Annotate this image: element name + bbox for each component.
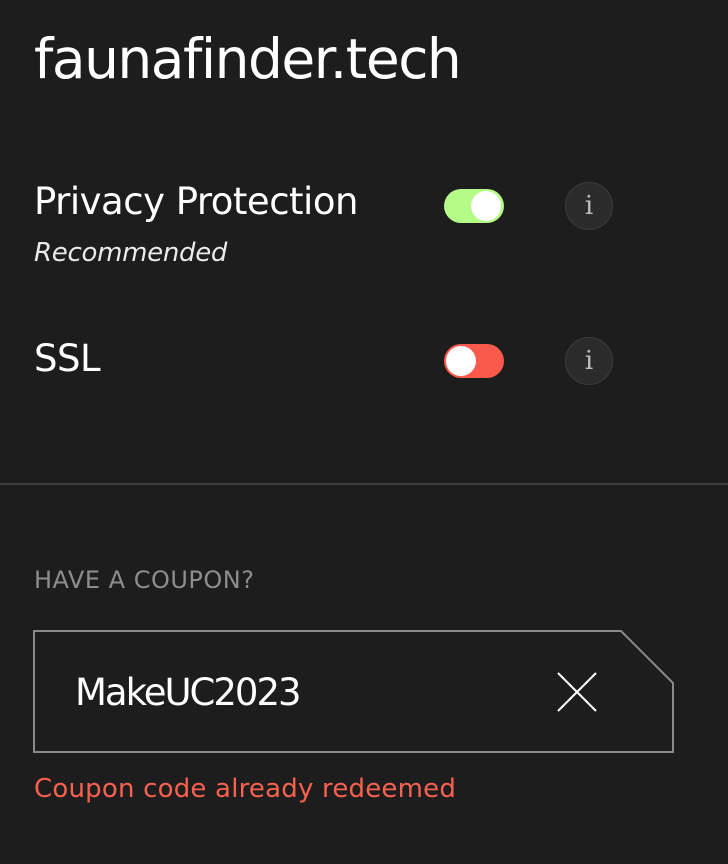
ssl-label: SSL	[34, 337, 101, 380]
info-icon: i	[584, 191, 594, 221]
section-divider	[0, 483, 728, 485]
toggle-knob	[471, 191, 501, 221]
domain-title: faunafinder.tech	[34, 27, 462, 91]
coupon-input[interactable]	[75, 666, 495, 718]
privacy-info-button[interactable]: i	[565, 182, 613, 230]
clear-coupon-button[interactable]	[555, 670, 599, 714]
toggle-knob	[446, 346, 476, 376]
ssl-toggle[interactable]	[444, 344, 504, 378]
coupon-field[interactable]	[33, 630, 674, 753]
coupon-error-message: Coupon code already redeemed	[34, 774, 457, 804]
info-icon: i	[584, 346, 594, 376]
privacy-protection-label: Privacy Protection	[34, 180, 358, 223]
ssl-info-button[interactable]: i	[565, 337, 613, 385]
coupon-heading: HAVE A COUPON?	[34, 566, 255, 594]
close-icon	[557, 672, 597, 712]
privacy-protection-toggle[interactable]	[444, 189, 504, 223]
privacy-recommended-label: Recommended	[34, 238, 228, 268]
